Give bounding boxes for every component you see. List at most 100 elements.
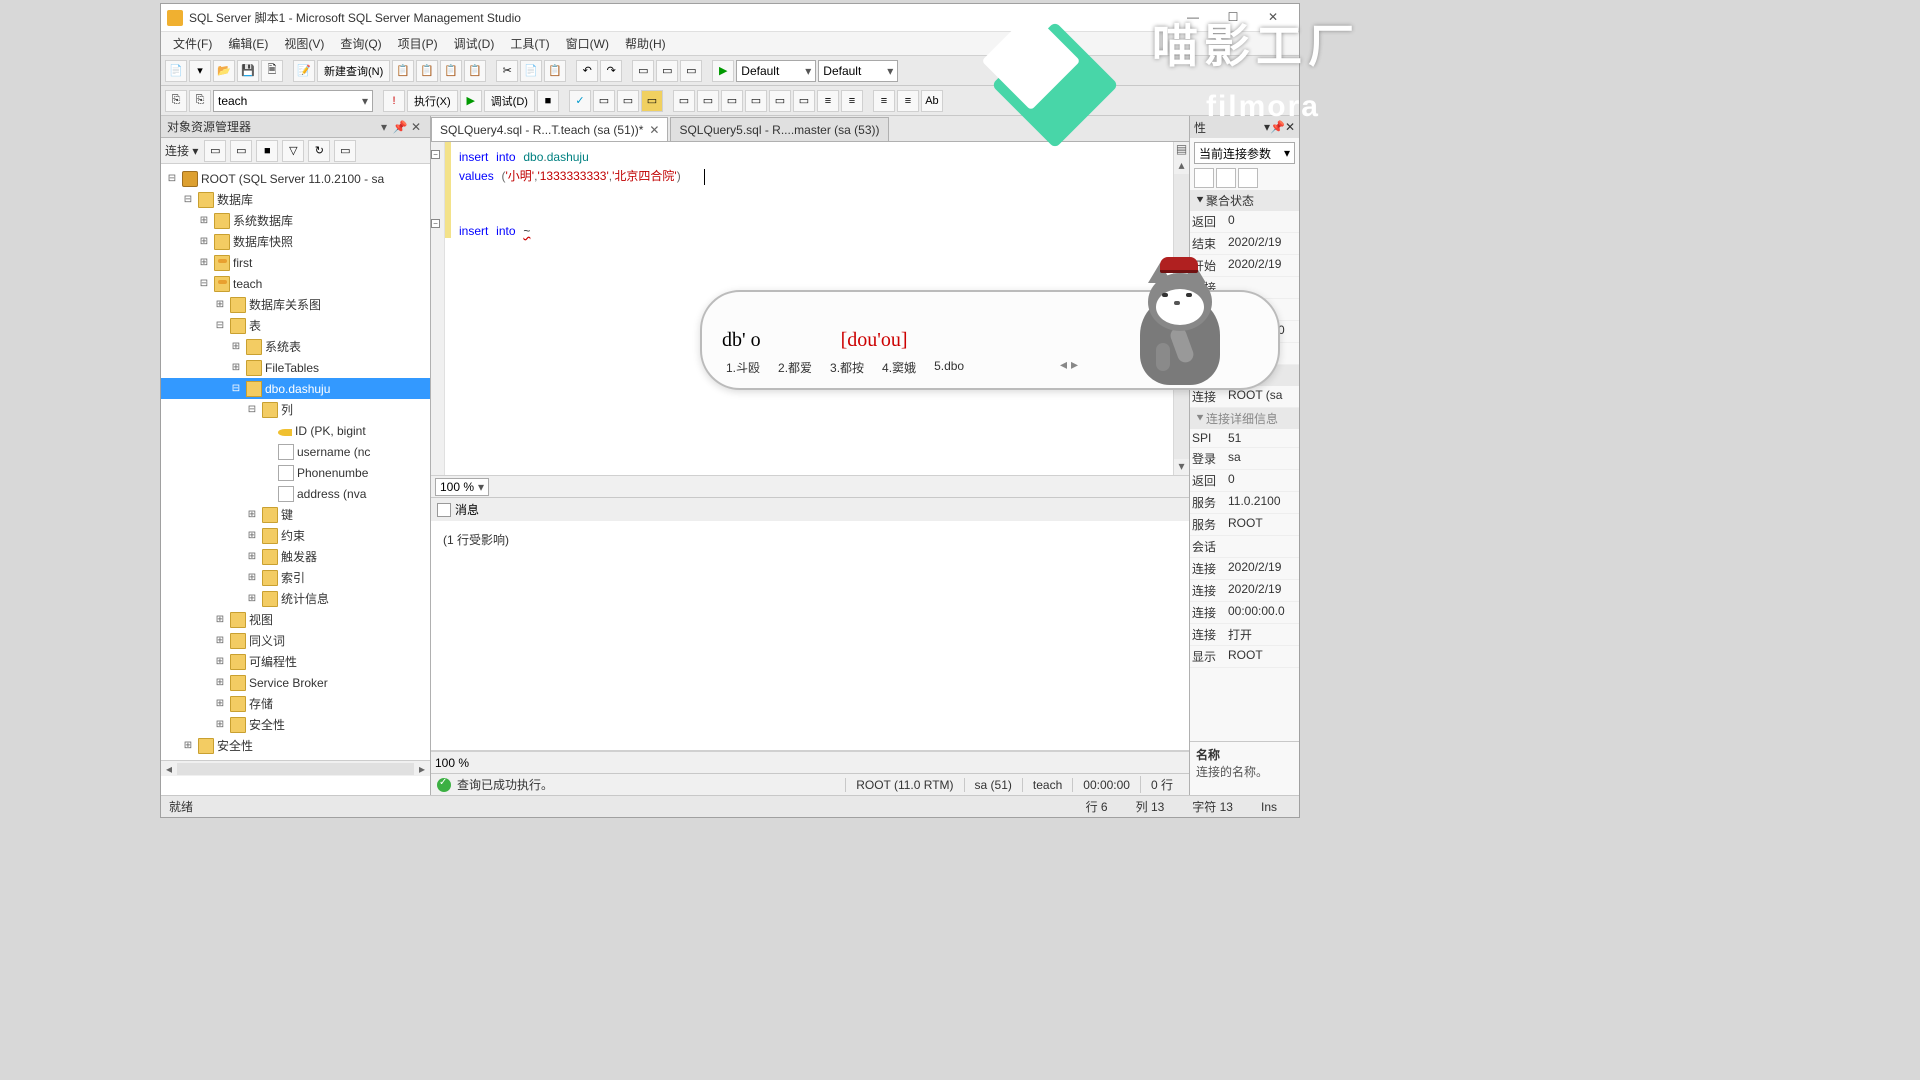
property-row[interactable]: SPI51 xyxy=(1190,429,1299,448)
panel-dropdown-icon[interactable]: ▾ xyxy=(376,120,392,134)
fold-icon[interactable]: − xyxy=(431,150,440,159)
ime-cand-5[interactable]: 5.dbo xyxy=(934,359,964,376)
debug-button[interactable]: 调试(D) xyxy=(484,90,535,112)
editor-zoom-select[interactable]: 100 % xyxy=(435,478,489,496)
cut-icon[interactable]: ✂ xyxy=(496,60,518,82)
toolbar2-btn-1[interactable]: ⎘ xyxy=(165,90,187,112)
new-query-button[interactable]: 新建查询(N) xyxy=(317,60,390,82)
toolbar2-btn-7[interactable]: ▭ xyxy=(697,90,719,112)
tab-sqlquery4[interactable]: SQLQuery4.sql - R...T.teach (sa (51))* ✕ xyxy=(431,117,668,141)
toolbar-btn-3[interactable]: 📋 xyxy=(440,60,462,82)
oe-btn-2[interactable]: ▭ xyxy=(230,140,252,162)
property-row[interactable]: 登录sa xyxy=(1190,448,1299,470)
outdent-icon[interactable]: ≡ xyxy=(841,90,863,112)
object-explorer-tree[interactable]: ⊟ROOT (SQL Server 11.0.2100 - sa ⊟数据库 ⊞系… xyxy=(161,164,430,760)
toolbar-btn-7[interactable]: ▭ xyxy=(680,60,702,82)
messages-body[interactable]: (1 行受影响) xyxy=(431,521,1189,751)
toolbar-btn-4[interactable]: 📋 xyxy=(464,60,486,82)
combo-default-2[interactable]: Default xyxy=(818,60,898,82)
undo-icon[interactable]: ↶ xyxy=(576,60,598,82)
property-row[interactable]: 服务ROOT xyxy=(1190,514,1299,536)
toolbar2-btn-10[interactable]: ▭ xyxy=(769,90,791,112)
panel-close-icon[interactable]: ✕ xyxy=(408,120,424,134)
ime-cand-4[interactable]: 4.窦娥 xyxy=(882,359,916,376)
tree-security-srv[interactable]: ⊞安全性 xyxy=(161,735,430,756)
property-row[interactable]: 显示ROOT xyxy=(1190,646,1299,668)
paste-icon[interactable]: 📋 xyxy=(544,60,566,82)
toolbar-btn-2[interactable]: 📋 xyxy=(416,60,438,82)
tree-col-addr[interactable]: ·address (nva xyxy=(161,483,430,504)
ime-cand-2[interactable]: 2.都爱 xyxy=(778,359,812,376)
save-icon[interactable]: 💾 xyxy=(237,60,259,82)
oe-btn-4[interactable]: ▭ xyxy=(334,140,356,162)
toolbar-btn-5[interactable]: ▭ xyxy=(632,60,654,82)
tree-columns[interactable]: ⊟列 xyxy=(161,399,430,420)
tree-views[interactable]: ⊞视图 xyxy=(161,609,430,630)
messages-zoom-select[interactable]: 100 % xyxy=(435,756,469,770)
menu-project[interactable]: 项目(P) xyxy=(390,33,446,54)
open-icon[interactable]: 📂 xyxy=(213,60,235,82)
comment-icon[interactable]: ≡ xyxy=(873,90,895,112)
tree-dbsnap[interactable]: ⊞数据库快照 xyxy=(161,231,430,252)
menu-query[interactable]: 查询(Q) xyxy=(332,33,389,54)
toolbar2-btn-8[interactable]: ▭ xyxy=(721,90,743,112)
property-row[interactable]: 服务11.0.2100 xyxy=(1190,492,1299,514)
tree-indexes[interactable]: ⊞索引 xyxy=(161,567,430,588)
property-row[interactable]: 连接00:00:00.0 xyxy=(1190,602,1299,624)
panel-pin-icon[interactable]: 📌 xyxy=(392,120,408,134)
tab-sqlquery5[interactable]: SQLQuery5.sql - R....master (sa (53)) xyxy=(670,117,888,141)
messages-tab-header[interactable]: 消息 xyxy=(431,497,1189,521)
menu-help[interactable]: 帮助(H) xyxy=(617,33,674,54)
sql-code[interactable]: insert into dbo.dashuju values ('小明','13… xyxy=(445,142,1173,247)
props-cat-detail[interactable]: ⯆连接详细信息 xyxy=(1190,408,1299,429)
property-row[interactable]: 返回0 xyxy=(1190,211,1299,233)
combo-default-1[interactable]: Default xyxy=(736,60,816,82)
ime-cand-3[interactable]: 3.都按 xyxy=(830,359,864,376)
props-alpha-icon[interactable] xyxy=(1216,168,1236,188)
stop-icon[interactable]: ■ xyxy=(537,90,559,112)
tree-sysdb[interactable]: ⊞系统数据库 xyxy=(161,210,430,231)
toolbar2-btn-2[interactable]: ⎘ xyxy=(189,90,211,112)
tree-triggers[interactable]: ⊞触发器 xyxy=(161,546,430,567)
tree-security-db[interactable]: ⊞安全性 xyxy=(161,714,430,735)
oe-btn-1[interactable]: ▭ xyxy=(204,140,226,162)
save-all-icon[interactable]: 🗎 xyxy=(261,60,283,82)
menu-window[interactable]: 窗口(W) xyxy=(558,33,617,54)
ime-nav[interactable]: ◂ ▸ xyxy=(1060,356,1078,373)
new-query-icon[interactable]: 📝 xyxy=(293,60,315,82)
redo-icon[interactable]: ↷ xyxy=(600,60,622,82)
tree-dbdiagrams[interactable]: ⊞数据库关系图 xyxy=(161,294,430,315)
tree-stats[interactable]: ⊞统计信息 xyxy=(161,588,430,609)
menu-edit[interactable]: 编辑(E) xyxy=(220,33,276,54)
database-selector[interactable]: teach xyxy=(213,90,373,112)
menu-file[interactable]: 文件(F) xyxy=(165,33,220,54)
tree-synonyms[interactable]: ⊞同义词 xyxy=(161,630,430,651)
copy-icon[interactable]: 📄 xyxy=(520,60,542,82)
tree-first[interactable]: ⊞first xyxy=(161,252,430,273)
props-pages-icon[interactable] xyxy=(1238,168,1258,188)
property-row[interactable]: 结束2020/2/19 xyxy=(1190,233,1299,255)
fold-icon[interactable]: − xyxy=(431,219,440,228)
tree-systables[interactable]: ⊞系统表 xyxy=(161,336,430,357)
tree-dashuju[interactable]: ⊟dbo.dashuju xyxy=(161,378,430,399)
scroll-split-icon[interactable]: ▤ xyxy=(1174,142,1189,158)
property-row[interactable]: 连接2020/2/19 xyxy=(1190,558,1299,580)
property-row[interactable]: 连接2020/2/19 xyxy=(1190,580,1299,602)
oe-btn-3[interactable]: ■ xyxy=(256,140,278,162)
debug-play-icon[interactable]: ▶ xyxy=(460,90,482,112)
toolbar2-btn-4[interactable]: ▭ xyxy=(617,90,639,112)
tree-server-root[interactable]: ⊟ROOT (SQL Server 11.0.2100 - sa xyxy=(161,168,430,189)
menu-debug[interactable]: 调试(D) xyxy=(446,33,503,54)
menu-tools[interactable]: 工具(T) xyxy=(502,33,557,54)
toolbar2-btn-3[interactable]: ▭ xyxy=(593,90,615,112)
toolbar2-btn-6[interactable]: ▭ xyxy=(673,90,695,112)
uncomment-icon[interactable]: ≡ xyxy=(897,90,919,112)
execute-button[interactable]: 执行(X) xyxy=(407,90,458,112)
tree-storage[interactable]: ⊞存储 xyxy=(161,693,430,714)
oe-refresh-icon[interactable]: ↻ xyxy=(308,140,330,162)
toolbar2-btn-11[interactable]: ▭ xyxy=(793,90,815,112)
ime-candidates[interactable]: 1.斗殴 2.都爱 3.都按 4.窦娥 5.dbo xyxy=(726,359,964,376)
props-object-selector[interactable]: 当前连接参数 xyxy=(1194,142,1295,164)
tree-col-user[interactable]: ·username (nc xyxy=(161,441,430,462)
run-icon[interactable]: ▶ xyxy=(712,60,734,82)
